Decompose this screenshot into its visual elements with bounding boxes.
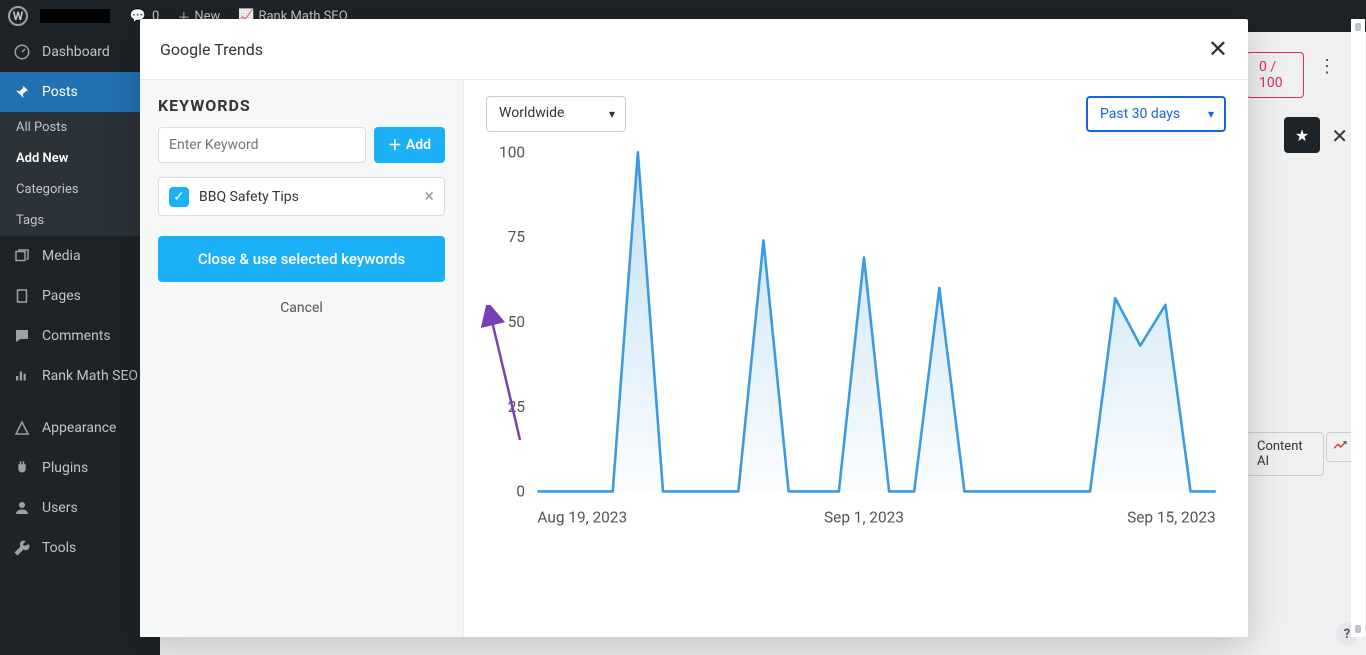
time-range-label: Past 30 days [1100,106,1180,122]
remove-keyword-icon[interactable]: × [424,186,434,207]
sidebar-item-rank-math[interactable]: Rank Math SEO [0,356,160,396]
trends-icon-button[interactable] [1326,432,1354,462]
rank-math-icon [12,366,32,386]
sidebar-item-plugins[interactable]: Plugins [0,448,160,488]
sidebar-item-label: Dashboard [42,44,110,60]
pushpin-icon [12,82,32,102]
cancel-link[interactable]: Cancel [158,300,445,316]
users-icon [12,498,32,518]
dashboard-icon [12,42,32,62]
keyword-checkbox[interactable]: ✓ [169,187,189,207]
sidebar-sub-add-new[interactable]: Add New [0,143,160,174]
close-use-keywords-button[interactable]: Close & use selected keywords [158,236,445,282]
svg-text:25: 25 [508,398,526,416]
sidebar-sub-categories[interactable]: Categories [0,174,160,205]
time-range-select[interactable]: Past 30 days ▾ [1086,96,1226,132]
svg-text:Aug 19, 2023: Aug 19, 2023 [537,508,627,526]
google-trends-modal: Google Trends ✕ KEYWORDS ＋ Add ✓ BBQ Saf… [140,19,1248,637]
add-label: Add [406,137,431,153]
sidebar-item-label: Posts [42,84,78,100]
modal-scrollbar[interactable] [1351,19,1365,637]
sidebar-item-dashboard[interactable]: Dashboard [0,32,160,72]
star-button[interactable]: ★ [1284,117,1320,153]
sidebar-item-tools[interactable]: Tools [0,528,160,568]
keyword-chip[interactable]: ✓ BBQ Safety Tips × [158,177,445,216]
sidebar-item-appearance[interactable]: Appearance [0,408,160,448]
plugins-icon [12,458,32,478]
add-keyword-button[interactable]: ＋ Add [374,127,445,163]
plus-icon: ＋ [388,135,402,155]
sidebar-item-media[interactable]: Media [0,236,160,276]
sidebar-item-pages[interactable]: Pages [0,276,160,316]
svg-text:0: 0 [516,483,525,501]
chevron-down-icon: ▾ [1208,107,1214,121]
svg-text:Sep 15, 2023: Sep 15, 2023 [1127,508,1216,526]
region-select[interactable]: Worldwide ▾ [486,96,626,132]
wp-logo-icon[interactable]: W [8,6,28,26]
comments-icon [12,326,32,346]
keywords-panel: KEYWORDS ＋ Add ✓ BBQ Safety Tips × Close… [140,80,464,637]
chevron-down-icon: ▾ [609,107,615,121]
svg-text:75: 75 [508,228,526,246]
keywords-heading: KEYWORDS [158,96,445,115]
svg-text:100: 100 [499,143,525,161]
sidebar-item-posts[interactable]: Posts [0,72,160,112]
svg-text:Sep 1, 2023: Sep 1, 2023 [824,508,904,526]
modal-close-button[interactable]: ✕ [1208,35,1228,63]
trends-chart: 0255075100Aug 19, 2023Sep 1, 2023Sep 15,… [486,142,1226,522]
sidebar-item-label: Users [42,500,78,516]
seo-score-badge[interactable]: 0 / 100 [1246,52,1304,98]
panel-close-icon[interactable]: ✕ [1331,124,1348,148]
sidebar-item-label: Appearance [42,420,116,436]
redacted-site-name [40,9,110,23]
pages-icon [12,286,32,306]
sidebar-item-label: Tools [42,540,76,556]
svg-text:50: 50 [508,313,525,331]
sidebar-item-comments[interactable]: Comments [0,316,160,356]
region-select-label: Worldwide [499,105,564,121]
star-icon: ★ [1295,126,1309,145]
sidebar-sub-all-posts[interactable]: All Posts [0,112,160,143]
chart-panel: Worldwide ▾ Past 30 days ▾ 0 25 50 75 100 Aug… [464,80,1248,637]
sidebar-item-label: Media [42,248,81,264]
modal-title: Google Trends [160,40,263,59]
media-icon [12,246,32,266]
sidebar-item-label: Rank Math SEO [42,368,138,384]
editor-right-panel: 0 / 100 ⋮ ★ ✕ Content AI [1246,32,1366,632]
kebab-menu-icon[interactable]: ⋮ [1318,56,1336,77]
sidebar-item-users[interactable]: Users [0,488,160,528]
modal-header: Google Trends ✕ [140,19,1248,80]
sidebar-item-label: Pages [42,288,81,304]
content-ai-button[interactable]: Content AI [1246,432,1324,476]
wp-admin-sidebar: Dashboard Posts All Posts Add New Catego… [0,32,160,655]
sidebar-item-label: Plugins [42,460,88,476]
keyword-chip-label: BBQ Safety Tips [199,189,299,205]
tools-icon [12,538,32,558]
appearance-icon [12,418,32,438]
sidebar-item-label: Comments [42,328,111,344]
keyword-input[interactable] [158,127,366,163]
sidebar-sub-tags[interactable]: Tags [0,205,160,236]
